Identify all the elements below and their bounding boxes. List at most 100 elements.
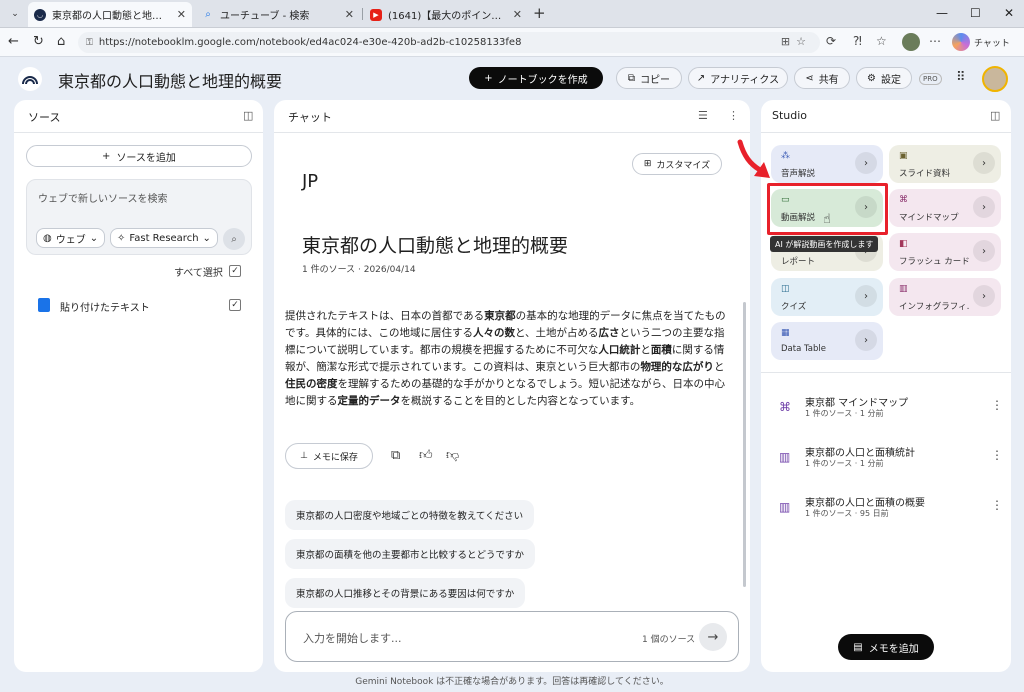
thumbs-up-icon[interactable]: 👍︎ bbox=[419, 448, 433, 463]
chevron-right-icon[interactable]: › bbox=[973, 196, 995, 218]
more-vert-icon[interactable]: ⋮ bbox=[991, 498, 1003, 512]
summary-emphasis: 広さ bbox=[598, 327, 620, 339]
tab-label: (1641)【最大のポイント】50代で差がつ bbox=[388, 11, 507, 22]
tab-actions-menu-icon[interactable]: ⌄ bbox=[6, 5, 24, 23]
chat-input[interactable]: 入力を開始します... bbox=[303, 630, 402, 646]
notebook-title[interactable]: 東京都の人口動態と地理的概要 bbox=[58, 68, 282, 92]
studio-tile-flashcard[interactable]: ◧ フラッシュ カード › bbox=[889, 233, 1001, 271]
settings-button[interactable]: ⚙ 設定 bbox=[856, 67, 912, 89]
collapse-panel-icon[interactable]: ◫ bbox=[243, 109, 253, 122]
notebooklm-logo-icon[interactable] bbox=[18, 67, 42, 91]
apps-grid-icon[interactable]: ⠿ bbox=[956, 70, 966, 85]
chevron-right-icon[interactable]: › bbox=[973, 240, 995, 262]
close-icon[interactable]: ✕ bbox=[513, 8, 522, 21]
send-arrow-icon[interactable]: → bbox=[699, 623, 727, 651]
thumbs-down-icon[interactable]: 👎︎ bbox=[446, 448, 459, 463]
url-text: https://notebooklm.google.com/notebook/e… bbox=[98, 37, 522, 48]
chevron-right-icon[interactable]: › bbox=[973, 152, 995, 174]
customize-button[interactable]: ⊞ カスタマイズ bbox=[632, 153, 722, 175]
source-search-input[interactable]: ウェブで新しいソースを検索 bbox=[38, 190, 168, 205]
source-item-label[interactable]: 貼り付けたテキスト bbox=[60, 299, 150, 314]
studio-tile-label: フラッシュ カード bbox=[899, 257, 969, 267]
analytics-button[interactable]: ↗ アナリティクス bbox=[688, 67, 788, 89]
suggested-question[interactable]: 東京都の人口密度や地域ごとの特徴を教えてください bbox=[285, 500, 535, 530]
collapse-panel-icon[interactable]: ◫ bbox=[990, 109, 1000, 122]
web-source-dropdown[interactable]: ◍ ウェブ ⌄ bbox=[36, 228, 106, 248]
mindmap-icon: ⌘ bbox=[899, 195, 908, 205]
studio-tile-quiz[interactable]: ◫ クイズ › bbox=[771, 278, 883, 316]
copilot-icon[interactable] bbox=[952, 33, 970, 51]
close-icon[interactable]: ✕ bbox=[345, 8, 354, 21]
studio-note-item[interactable]: ⌘ 東京都 マインドマップ 1 件のソース · 1 分前 ⋮ bbox=[779, 394, 1003, 424]
chat-scrollbar[interactable] bbox=[743, 302, 746, 587]
chat-scroll-area[interactable]: ⊞ カスタマイズ JP 東京都の人口動態と地理的概要 1 件のソース · 202… bbox=[274, 134, 750, 672]
audio-icon: ⁂ bbox=[781, 151, 790, 161]
studio-tile-mindmap[interactable]: ⌘ マインドマップ › bbox=[889, 189, 1001, 227]
user-avatar[interactable] bbox=[982, 66, 1008, 92]
chevron-right-icon[interactable]: › bbox=[973, 285, 995, 307]
save-to-note-button[interactable]: ⊥ メモに保存 bbox=[285, 443, 373, 469]
studio-tile-label: クイズ bbox=[781, 302, 807, 312]
maximize-icon[interactable]: ☐ bbox=[970, 6, 981, 20]
create-notebook-button[interactable]: + ノートブックを作成 bbox=[469, 67, 603, 89]
copilot-label[interactable]: チャット bbox=[974, 36, 1010, 49]
studio-tile-infographic[interactable]: ▥ インフォグラフィ… › bbox=[889, 278, 1001, 316]
studio-tile-slides[interactable]: ▣ スライド資料 › bbox=[889, 145, 1001, 183]
tracking-icon[interactable]: ⁈ bbox=[853, 34, 862, 48]
more-vert-icon[interactable]: ⋮ bbox=[728, 109, 739, 122]
close-icon[interactable]: ✕ bbox=[177, 8, 186, 21]
plus-icon: + bbox=[484, 72, 493, 84]
home-icon[interactable]: ⌂ bbox=[57, 34, 65, 49]
add-note-button[interactable]: ▤ メモを追加 bbox=[838, 634, 934, 660]
youtube-favicon-icon: ▶ bbox=[370, 8, 382, 21]
copy-icon[interactable]: ⧉ bbox=[391, 448, 400, 463]
studio-tile-audio[interactable]: ⁂ 音声解説 › bbox=[771, 145, 883, 183]
select-all-checkbox[interactable]: ✓ bbox=[229, 265, 241, 277]
url-field[interactable]: ⚿ https://notebooklm.google.com/notebook… bbox=[78, 32, 820, 53]
studio-tile-datatable[interactable]: ▦ Data Table › bbox=[771, 322, 883, 360]
chevron-right-icon[interactable]: › bbox=[855, 329, 877, 351]
chevron-right-icon[interactable]: › bbox=[855, 152, 877, 174]
favorites-icon[interactable]: ☆ bbox=[876, 34, 887, 48]
site-info-icon[interactable]: ⚿ bbox=[86, 38, 93, 48]
summary-emphasis: 人口統計 bbox=[598, 344, 641, 356]
source-item-checkbox[interactable]: ✓ bbox=[229, 299, 241, 311]
extensions-icon[interactable]: ⟳ bbox=[826, 34, 836, 48]
chat-input-box[interactable]: 入力を開始します... 1 個のソース → bbox=[285, 611, 739, 662]
note-meta: 1 件のソース · 95 日前 bbox=[805, 509, 889, 518]
minimize-icon[interactable]: — bbox=[936, 6, 948, 20]
studio-note-item[interactable]: ▥ 東京都の人口と面積統計 1 件のソース · 1 分前 ⋮ bbox=[779, 444, 1003, 474]
window-close-icon[interactable]: ✕ bbox=[1004, 6, 1014, 20]
chevron-right-icon[interactable]: › bbox=[855, 285, 877, 307]
customize-label: カスタマイズ bbox=[656, 160, 711, 171]
copy-button[interactable]: ⧉ コピー bbox=[616, 67, 682, 89]
research-mode-dropdown[interactable]: ✧ Fast Research ⌄ bbox=[110, 228, 218, 248]
settings-label: 設定 bbox=[880, 74, 901, 86]
address-bar-action-icons[interactable]: ⊞☆ bbox=[781, 35, 812, 48]
more-vert-icon[interactable]: ⋮ bbox=[991, 398, 1003, 412]
summary-text: と bbox=[640, 344, 651, 356]
browser-tab-bing[interactable]: ⌕ ユーチューブ - 検索 ✕ bbox=[196, 2, 360, 27]
sources-panel: ソース ◫ + ソースを追加 ウェブで新しいソースを検索 ◍ ウェブ ⌄ ✧ F… bbox=[14, 100, 263, 672]
notebook-heading: 東京都の人口動態と地理的概要 bbox=[302, 235, 569, 257]
suggested-question[interactable]: 東京都の人口推移とその背景にある要因は何ですか bbox=[285, 578, 526, 608]
studio-note-item[interactable]: ▥ 東京都の人口と面積の概要 1 件のソース · 95 日前 ⋮ bbox=[779, 494, 1003, 524]
browser-tab-notebooklm[interactable]: ◡ 東京都の人口動態と地理的概要 - G ✕ bbox=[28, 2, 192, 27]
add-source-button[interactable]: + ソースを追加 bbox=[26, 145, 252, 167]
summary-emphasis: 住民の密度 bbox=[285, 378, 338, 390]
browser-tab-youtube[interactable]: ▶ (1641)【最大のポイント】50代で差がつ ✕ bbox=[364, 2, 528, 27]
globe-icon: ◍ bbox=[43, 232, 52, 244]
more-vert-icon[interactable]: ⋮ bbox=[991, 448, 1003, 462]
copy-label: コピー bbox=[640, 74, 671, 86]
new-tab-icon[interactable]: + bbox=[533, 5, 546, 21]
suggested-question[interactable]: 東京都の面積を他の主要都市と比較するとどうですか bbox=[285, 539, 536, 569]
browser-profile-avatar[interactable] bbox=[902, 33, 920, 51]
share-button[interactable]: ⋖ 共有 bbox=[794, 67, 850, 89]
search-submit-icon[interactable]: ⌕ bbox=[223, 228, 245, 250]
notebook-meta: 1 件のソース · 2026/04/14 bbox=[302, 265, 416, 275]
more-options-icon[interactable]: ⋯ bbox=[929, 34, 941, 48]
chat-settings-icon[interactable]: ☰ bbox=[698, 109, 708, 122]
reload-icon[interactable]: ↻ bbox=[33, 34, 44, 49]
customize-icon: ⊞ bbox=[643, 159, 652, 169]
back-arrow-icon[interactable]: ← bbox=[8, 34, 19, 49]
